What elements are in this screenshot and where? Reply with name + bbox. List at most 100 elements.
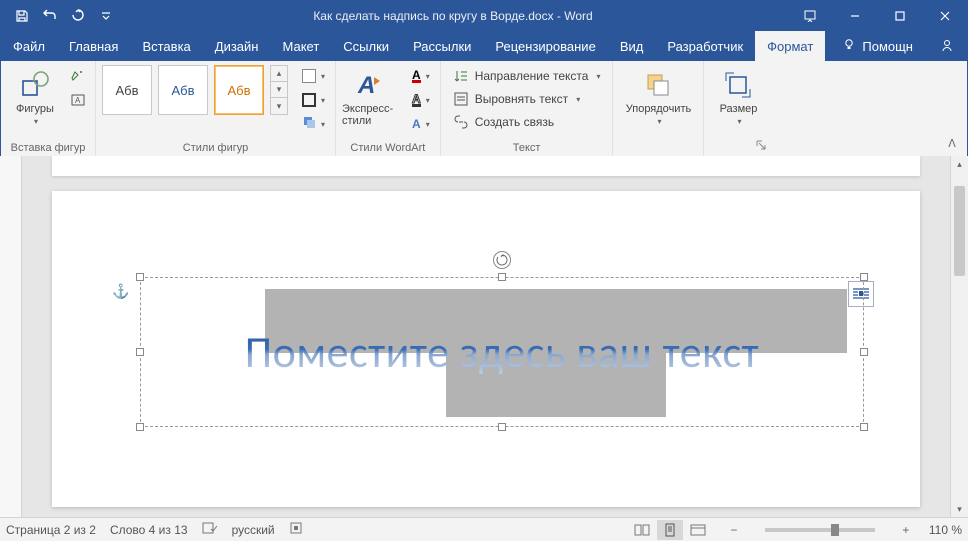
outline-swatch-icon <box>302 93 316 107</box>
group-size: Размер▾ <box>704 61 772 156</box>
tab-insert[interactable]: Вставка <box>130 31 202 61</box>
edit-shape-button[interactable] <box>67 65 89 87</box>
shape-styles-gallery[interactable]: Абв Абв Абв ▴ ▾ ▾ <box>102 65 288 115</box>
gallery-more-button[interactable]: ▾ <box>271 98 287 114</box>
word-count-status[interactable]: Слово 4 из 13 <box>110 523 188 537</box>
ribbon-tabs: Файл Главная Вставка Дизайн Макет Ссылки… <box>1 31 967 61</box>
share-button[interactable] <box>927 31 967 61</box>
web-layout-button[interactable] <box>685 520 711 540</box>
shape-style-2[interactable]: Абв <box>158 65 208 115</box>
anchor-icon: ⚓ <box>112 283 129 300</box>
view-buttons <box>629 520 711 540</box>
vertical-scrollbar[interactable]: ▴ ▾ <box>950 156 968 517</box>
draw-textbox-button[interactable]: A <box>67 89 89 111</box>
zoom-slider[interactable] <box>765 528 875 532</box>
help-label: Помощн <box>862 39 913 54</box>
redo-button[interactable] <box>65 3 91 29</box>
lightbulb-icon <box>842 38 856 55</box>
zoom-in-button[interactable]: + <box>897 521 915 539</box>
close-button[interactable] <box>922 1 967 31</box>
collapse-ribbon-button[interactable]: ᐱ <box>943 134 961 152</box>
arrange-button[interactable]: Упорядочить▾ <box>619 65 697 126</box>
size-icon <box>722 69 754 101</box>
shapes-button[interactable]: Фигуры ▾ <box>7 65 63 126</box>
rotate-handle[interactable] <box>493 251 511 269</box>
tab-mailings[interactable]: Рассылки <box>401 31 483 61</box>
quick-styles-button[interactable]: A Экспресс-стили <box>342 65 398 127</box>
tab-developer[interactable]: Разработчик <box>655 31 755 61</box>
tab-layout[interactable]: Макет <box>270 31 331 61</box>
spellcheck-icon[interactable] <box>202 521 218 538</box>
svg-text:A: A <box>75 96 81 105</box>
vertical-ruler[interactable] <box>0 156 22 517</box>
zoom-out-button[interactable]: − <box>725 521 743 539</box>
print-layout-button[interactable] <box>657 520 683 540</box>
shape-style-1[interactable]: Абв <box>102 65 152 115</box>
text-direction-button[interactable]: Направление текста▾ <box>447 65 607 87</box>
help-button[interactable]: Помощн <box>828 31 927 61</box>
wordart-text[interactable]: Поместите здесь ваш текст <box>245 326 759 379</box>
gallery-down-button[interactable]: ▾ <box>271 82 287 98</box>
text-fill-button[interactable]: A▾ <box>408 65 434 87</box>
shape-fill-button[interactable]: ▾ <box>298 65 329 87</box>
page[interactable]: ⚓ Поместите здесь ваш текст <box>52 191 920 507</box>
quick-styles-icon: A <box>354 69 386 101</box>
window-title: Как сделать надпись по кругу в Ворде.doc… <box>119 9 787 23</box>
document-viewport[interactable]: ⚓ Поместите здесь ваш текст <box>22 156 950 517</box>
undo-button[interactable] <box>37 3 63 29</box>
scroll-up-button[interactable]: ▴ <box>951 156 968 172</box>
tab-format[interactable]: Формат <box>755 31 825 61</box>
scroll-thumb[interactable] <box>954 186 965 276</box>
insert-shapes-group-label: Вставка фигур <box>7 140 89 154</box>
zoom-slider-thumb[interactable] <box>831 524 839 536</box>
ribbon: Фигуры ▾ A Вставка фигур Абв Абв Абв ▴ ▾… <box>1 61 967 157</box>
text-outline-button[interactable]: A▾ <box>408 89 434 111</box>
wordart-textbox[interactable]: Поместите здесь ваш текст <box>130 267 874 437</box>
page-status[interactable]: Страница 2 из 2 <box>6 523 96 537</box>
shape-styles-group-label: Стили фигур <box>102 140 329 154</box>
group-shape-styles: Абв Абв Абв ▴ ▾ ▾ ▾ ▾ ▾ Стили фигур <box>96 61 336 156</box>
size-button[interactable]: Размер▾ <box>710 65 766 126</box>
tab-home[interactable]: Главная <box>57 31 130 61</box>
size-dialog-launcher[interactable] <box>754 139 768 153</box>
status-bar: Страница 2 из 2 Слово 4 из 13 русский − … <box>0 517 968 541</box>
gallery-up-button[interactable]: ▴ <box>271 66 287 82</box>
maximize-button[interactable] <box>877 1 922 31</box>
shape-effects-button[interactable]: ▾ <box>298 113 329 135</box>
scroll-down-button[interactable]: ▾ <box>951 501 968 517</box>
minimize-button[interactable] <box>832 1 877 31</box>
group-arrange: Упорядочить▾ <box>613 61 704 156</box>
link-icon <box>453 114 469 130</box>
tab-file[interactable]: Файл <box>1 31 57 61</box>
text-effects-button[interactable]: A▾ <box>408 113 434 135</box>
shape-style-3[interactable]: Абв <box>214 65 264 115</box>
wordart-styles-group-label: Стили WordArt <box>342 140 434 154</box>
align-text-button[interactable]: Выровнять текст▾ <box>447 88 607 110</box>
macro-icon[interactable] <box>289 521 303 538</box>
svg-text:A: A <box>357 72 375 99</box>
qat-customize-button[interactable] <box>93 3 119 29</box>
effects-icon <box>302 115 316 134</box>
group-insert-shapes: Фигуры ▾ A Вставка фигур <box>1 61 96 156</box>
language-status[interactable]: русский <box>232 523 275 537</box>
tab-review[interactable]: Рецензирование <box>483 31 607 61</box>
window-controls <box>787 1 967 31</box>
zoom-level[interactable]: 110 % <box>929 523 962 537</box>
title-bar: Как сделать надпись по кругу в Ворде.doc… <box>1 1 967 31</box>
gallery-scroll: ▴ ▾ ▾ <box>270 65 288 115</box>
text-direction-icon <box>453 68 469 84</box>
arrange-icon <box>642 69 674 101</box>
tab-view[interactable]: Вид <box>608 31 656 61</box>
tab-references[interactable]: Ссылки <box>331 31 401 61</box>
group-wordart-styles: A Экспресс-стили A▾ A▾ A▾ Стили WordArt <box>336 61 441 156</box>
previous-page-edge <box>52 156 920 176</box>
fill-swatch-icon <box>302 69 316 83</box>
document-area: ⚓ Поместите здесь ваш текст <box>0 156 968 517</box>
save-button[interactable] <box>9 3 35 29</box>
create-link-button[interactable]: Создать связь <box>447 111 607 133</box>
read-mode-button[interactable] <box>629 520 655 540</box>
shape-outline-button[interactable]: ▾ <box>298 89 329 111</box>
text-effects-icon: A <box>412 117 421 131</box>
tab-design[interactable]: Дизайн <box>203 31 271 61</box>
ribbon-options-button[interactable] <box>787 1 832 31</box>
